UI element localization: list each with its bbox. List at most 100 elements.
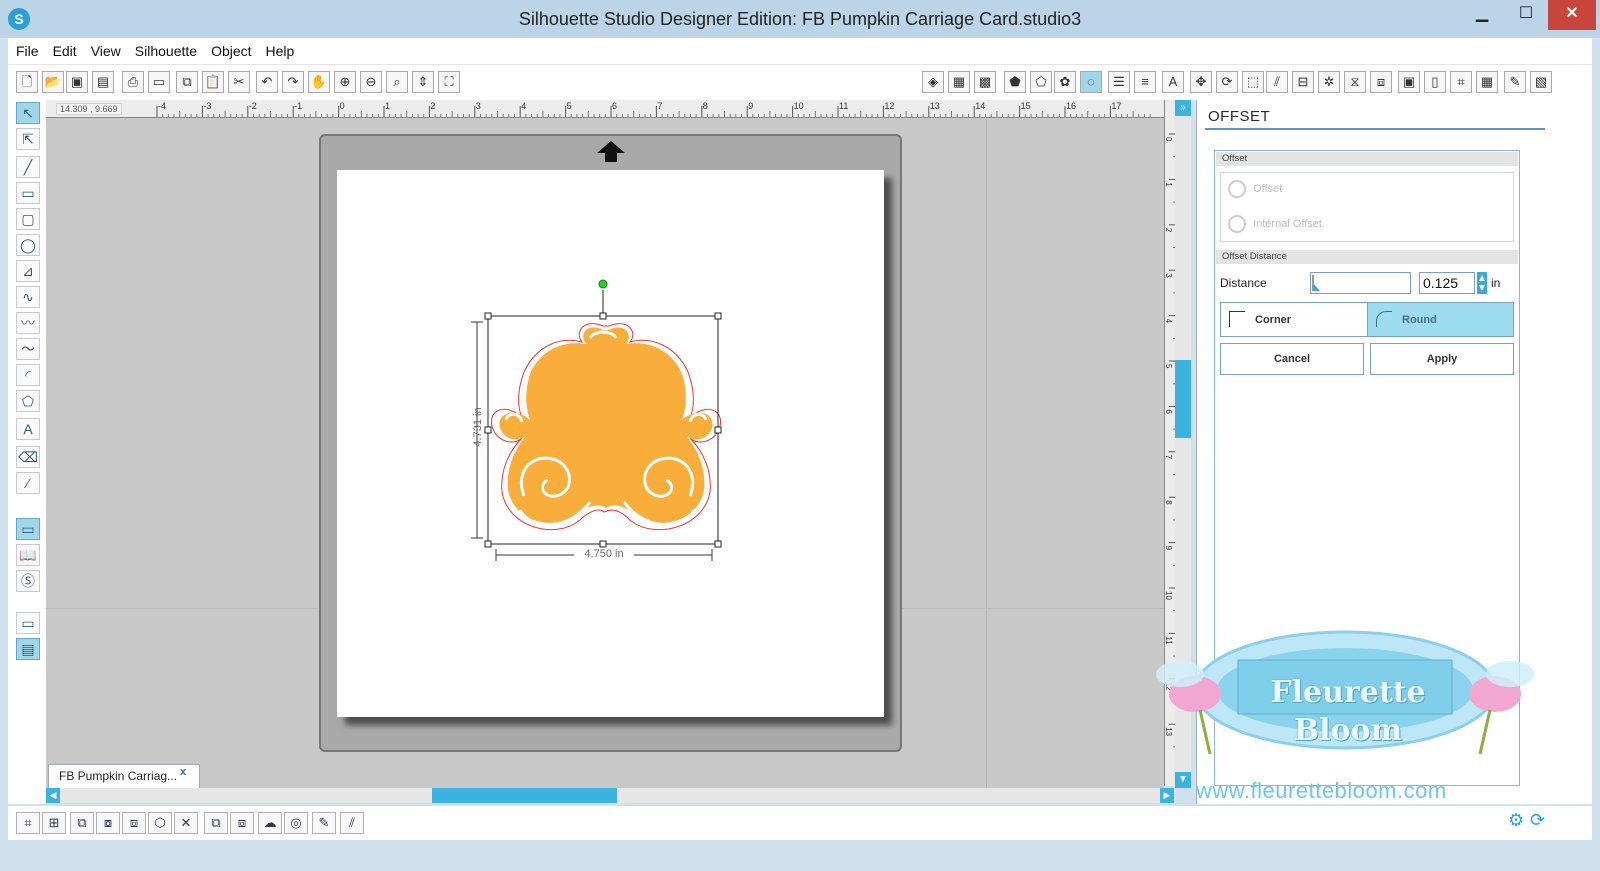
pan-icon[interactable]: ✋ [308,71,330,93]
scroll-down-icon[interactable]: ▼ [1175,772,1191,788]
redo-icon[interactable]: ↷ [282,71,304,93]
zoom-out-icon[interactable]: ⊖ [360,71,382,93]
cut-icon[interactable]: ✂ [228,71,250,93]
scale-icon[interactable]: ⬚ [1242,71,1264,93]
gear-icon[interactable]: ⚙ [1508,810,1524,831]
save-to-library-icon[interactable]: ▤ [92,71,114,93]
open-icon[interactable]: 📂 [42,71,64,93]
send-to-cutter-icon[interactable]: ▭ [148,71,170,93]
line-thickness-icon[interactable]: ≡ [1134,71,1156,93]
scroll-right-icon[interactable]: ▶ [1160,788,1174,803]
line-color-icon[interactable]: ⬟ [1004,71,1026,93]
cancel-button[interactable]: Cancel [1220,343,1364,375]
page-setup-icon[interactable]: ▯ [1424,71,1446,93]
drag-zoom-icon[interactable]: ⇕ [412,71,434,93]
freehand-tool-icon[interactable]: 〰 [16,312,40,334]
new-document-icon[interactable]: 🗋 [16,71,38,93]
fit-to-page-icon[interactable]: ⛶ [438,71,460,93]
align-icon[interactable]: ⊟ [1292,71,1314,93]
design-page[interactable] [337,170,884,717]
close-icon[interactable]: ✕ [1548,0,1596,30]
group-icon[interactable]: ⧈ [122,812,146,834]
window-view-icon[interactable]: ▭ [16,612,40,634]
menu-help[interactable]: Help [260,43,301,59]
minimize-icon[interactable]: ▁ [1460,0,1504,30]
distance-slider[interactable] [1310,272,1411,294]
undo-icon[interactable]: ↶ [256,71,278,93]
internal-offset-option[interactable]: Internal Offset [1228,215,1322,233]
delete-icon[interactable]: ⧇ [96,812,120,834]
registration-icon[interactable]: ⌗ [1450,71,1472,93]
ungroup-icon[interactable]: ⬡ [148,812,172,834]
split-view-icon[interactable]: ▤ [16,638,40,660]
sketch-icon[interactable]: ✿ [1054,71,1076,93]
trace-icon[interactable]: ⧈ [1370,71,1392,93]
edit-points-icon[interactable]: ⇱ [16,128,40,150]
distance-input[interactable]: 0.125 [1419,272,1475,294]
trace-shortcut-icon[interactable]: ✎ [312,812,336,834]
deselect-icon[interactable]: ⊞ [42,812,66,834]
offset-shortcut-icon[interactable]: ◎ [284,812,308,834]
pixscan-icon[interactable]: ▣ [1398,71,1420,93]
library-view-icon[interactable]: 📖 [16,544,40,566]
regular-polygon-icon[interactable]: ⬠ [16,390,40,412]
rounded-rectangle-icon[interactable]: ▢ [16,208,40,230]
polygon-tool-icon[interactable]: ⊿ [16,260,40,282]
weld-icon[interactable]: ☁ [258,812,282,834]
round-button[interactable]: Round [1367,302,1514,337]
menu-view[interactable]: View [85,43,127,59]
menu-object[interactable]: Object [205,43,257,59]
send-shortcut-icon[interactable]: ⫽ [340,812,364,834]
line-tool-icon[interactable]: ╱ [16,156,40,178]
zoom-in-icon[interactable]: ⊕ [334,71,356,93]
offset-tool-icon[interactable]: ◌ [1080,71,1102,93]
release-compound-icon[interactable]: ✕ [174,812,198,834]
arc-tool-icon[interactable]: ◜ [16,364,40,386]
curve-tool-icon[interactable]: ∿ [16,286,40,308]
save-icon[interactable]: ▣ [66,71,88,93]
online-store-icon[interactable]: Ⓢ [16,570,40,592]
cut-send-icon[interactable]: ✎ [1504,71,1526,93]
document-tab[interactable]: FB Pumpkin Carriag... [48,764,200,788]
fill-color-icon[interactable]: ◈ [922,71,944,93]
select-tool-icon[interactable]: ↖ [16,102,40,124]
apply-button[interactable]: Apply [1370,343,1514,375]
vertical-scroll-thumb[interactable] [1175,360,1191,438]
duplicate-icon[interactable]: ⧉ [70,812,94,834]
bring-forward-icon[interactable]: ⧈ [230,812,254,834]
library-icon[interactable]: ▧ [1530,71,1552,93]
panel-collapse-icon[interactable]: » [1175,100,1191,116]
tab-close-icon[interactable]: x [180,766,186,778]
rectangle-tool-icon[interactable]: ▭ [16,182,40,204]
make-compound-icon[interactable]: ⧉ [204,812,228,834]
select-all-icon[interactable]: ⌗ [16,812,40,834]
fill-pattern-icon[interactable]: ▩ [974,71,996,93]
print-icon[interactable]: ⎙ [122,71,144,93]
corner-button[interactable]: Corner [1220,302,1368,337]
offset-option[interactable]: Offset [1228,180,1282,198]
design-page-icon[interactable]: ▭ [16,518,40,540]
refresh-icon[interactable]: ⟳ [1530,810,1545,831]
distance-spinner-icon[interactable] [1477,272,1487,294]
slider-thumb[interactable] [1313,283,1320,291]
horizontal-scroll-thumb[interactable] [432,788,617,803]
replicate-icon[interactable]: ✲ [1318,71,1340,93]
rotate-icon[interactable]: ⟳ [1216,71,1238,93]
eraser-tool-icon[interactable]: ⌫ [16,446,40,468]
maximize-icon[interactable]: ☐ [1504,0,1548,30]
modify-icon[interactable]: ⧖ [1344,71,1366,93]
zoom-selected-icon[interactable]: ⌕ [386,71,408,93]
copy-icon[interactable]: ⧉ [176,71,198,93]
menu-file[interactable]: File [10,43,45,59]
knife-tool-icon[interactable]: ⁄ [16,472,40,494]
cut-settings-icon[interactable]: ☰ [1108,71,1130,93]
line-style-icon[interactable]: ⬠ [1030,71,1052,93]
shear-icon[interactable]: ⫽ [1266,71,1288,93]
ellipse-tool-icon[interactable]: ◯ [16,234,40,256]
paste-icon[interactable]: 📋 [202,71,224,93]
menu-edit[interactable]: Edit [47,43,83,59]
smooth-freehand-icon[interactable]: 〜 [16,338,40,360]
scroll-left-icon[interactable]: ◀ [46,788,60,803]
transform-icon[interactable]: ✥ [1190,71,1212,93]
vertical-scrollbar[interactable] [1175,100,1191,788]
